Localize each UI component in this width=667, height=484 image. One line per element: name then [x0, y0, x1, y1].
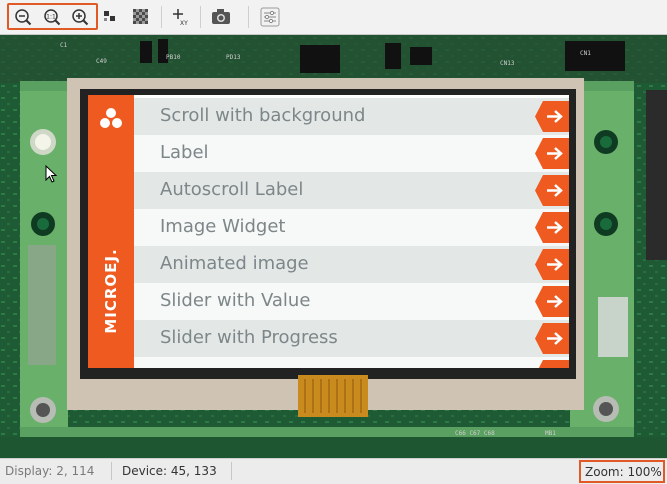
svg-text:CN13: CN13 [500, 60, 515, 67]
list-item[interactable]: Slider with Progress [134, 320, 569, 357]
arrow-right-icon [535, 138, 569, 169]
device-coordinates: Device: 45, 133 [122, 464, 217, 478]
list-item-label: Image Widget [160, 216, 286, 237]
pixel-grid-icon [104, 11, 115, 21]
camera-icon [212, 9, 230, 24]
svg-text:MB1: MB1 [545, 430, 556, 437]
list-item-partial[interactable] [134, 357, 569, 368]
device-screen[interactable]: MICROEJ. Scroll with background Label Au… [88, 95, 569, 368]
xy-coordinates-button[interactable]: XY [170, 6, 192, 28]
list-item-label: Scroll with background [160, 105, 366, 126]
mouse-cursor-icon [45, 165, 58, 183]
list-item[interactable]: Slider with Value [134, 283, 569, 320]
list-item[interactable]: Scroll with background [134, 98, 569, 135]
settings-button[interactable] [259, 6, 281, 28]
arrow-right-icon [535, 249, 569, 280]
zoom-reset-button[interactable]: 1:1 [41, 6, 63, 28]
arrow-right-icon [535, 286, 569, 317]
zoom-in-icon [72, 9, 89, 26]
svg-text:PB10: PB10 [166, 54, 181, 61]
toolbar: 1:1 XY [0, 0, 667, 35]
list-item[interactable]: Label [134, 135, 569, 172]
pixel-grid-button[interactable] [101, 6, 123, 28]
sliders-icon [260, 7, 280, 27]
zoom-button-group: 1:1 [7, 3, 98, 30]
zoom-level-box: Zoom: 100% [579, 460, 665, 483]
arrow-right-icon [535, 101, 569, 132]
microej-logo-icon [100, 108, 122, 128]
display-coordinates: Display: 2, 114 [5, 464, 95, 478]
checker-pattern-icon [133, 9, 148, 24]
arrow-right-icon [535, 323, 569, 354]
status-separator [231, 462, 232, 480]
list-item-label: Label [160, 142, 209, 163]
checker-pattern-button[interactable] [130, 6, 152, 28]
svg-text:C49: C49 [96, 58, 107, 65]
device-view[interactable]: C1 C49 PB10 PD13 CN13 CN1 C66 C67 C68 MB… [0, 35, 667, 458]
arrow-right-icon [535, 212, 569, 243]
zoom-reset-icon: 1:1 [44, 9, 61, 26]
zoom-level: Zoom: 100% [585, 465, 662, 479]
toolbar-separator [161, 6, 162, 28]
svg-text:1:1: 1:1 [46, 14, 56, 21]
list-item-label: Animated image [160, 253, 309, 274]
toolbar-separator [248, 6, 249, 28]
zoom-out-icon [15, 9, 32, 26]
arrow-right-icon [535, 175, 569, 206]
svg-text:CN1: CN1 [580, 50, 591, 57]
side-panel: MICROEJ. [88, 95, 134, 368]
brand-label: MICROEJ. [102, 248, 120, 334]
list-item[interactable]: Animated image [134, 246, 569, 283]
zoom-in-button[interactable] [69, 6, 91, 28]
list-item-label: Slider with Progress [160, 327, 338, 348]
list-item[interactable]: Autoscroll Label [134, 172, 569, 209]
toolbar-separator [200, 6, 201, 28]
status-separator [111, 462, 112, 480]
arrow-right-icon [538, 360, 569, 368]
xy-coordinates-icon: XY [173, 9, 188, 27]
svg-text:C1: C1 [60, 42, 68, 49]
svg-text:PD13: PD13 [226, 54, 241, 61]
list-item[interactable]: Image Widget [134, 209, 569, 246]
xy-label: XY [180, 20, 188, 27]
list-item-label: Slider with Value [160, 290, 311, 311]
screenshot-button[interactable] [210, 6, 232, 28]
svg-text:C66 C67 C68: C66 C67 C68 [455, 430, 495, 437]
status-bar: Display: 2, 114 Device: 45, 133 Zoom: 10… [0, 458, 667, 484]
list-item-label: Autoscroll Label [160, 179, 304, 200]
zoom-out-button[interactable] [12, 6, 34, 28]
